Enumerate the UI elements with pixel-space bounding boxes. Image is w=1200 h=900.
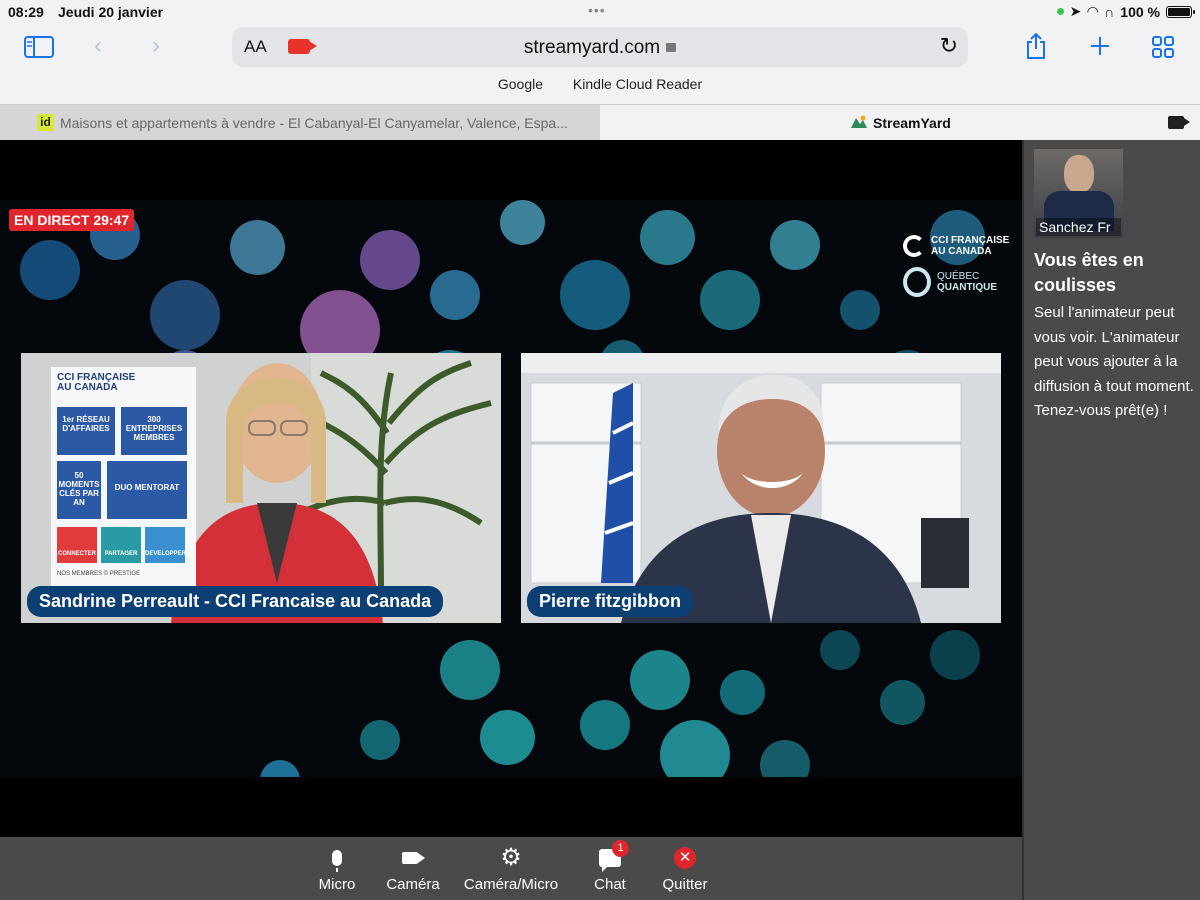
avatar: [1064, 155, 1094, 193]
battery-percent: 100 %: [1120, 3, 1160, 20]
cci-logo-icon: [903, 235, 925, 257]
bokeh-light: [360, 230, 420, 290]
bokeh-light: [660, 720, 730, 777]
tab-title: Maisons et appartements à vendre - El Ca…: [60, 115, 568, 131]
control-bar: Micro Caméra ⚙ Caméra/Micro 1 Chat ✕ Qui…: [0, 837, 1022, 900]
broadcast-stage: EN DIRECT 29:47 CCI FRANÇAISE AU CANADA Q…: [0, 140, 1022, 837]
forward-icon[interactable]: ›: [152, 32, 160, 60]
battery-icon: [1166, 5, 1195, 18]
quit-button[interactable]: ✕ Quitter: [656, 845, 714, 893]
participant-nameplate: Sandrine Perreault - CCI Francaise au Ca…: [27, 586, 444, 617]
status-date: Jeudi 20 janvier: [58, 4, 164, 20]
bokeh-light: [360, 720, 400, 760]
bokeh-light: [700, 270, 760, 330]
camera-icon: [402, 852, 425, 864]
chat-button[interactable]: 1 Chat: [588, 840, 632, 893]
live-badge: EN DIRECT 29:47: [9, 209, 135, 231]
bookmarks-bar: Google Kindle Cloud Reader: [0, 76, 1200, 98]
bokeh-light: [580, 700, 630, 750]
location-icon: ➤: [1069, 3, 1082, 19]
chat-badge: 1: [612, 840, 629, 857]
participant-video-2[interactable]: Pierre fitzgibbon: [521, 353, 1001, 623]
bokeh-light: [440, 640, 500, 700]
bokeh-light: [430, 270, 480, 320]
micro-button[interactable]: Micro: [310, 845, 364, 893]
tab-camera-icon: [1168, 116, 1190, 129]
bookmark-kindle[interactable]: Kindle Cloud Reader: [573, 76, 702, 92]
browser-toolbar: ‹ › AA streamyard.com ↻: [0, 24, 1200, 70]
bokeh-light: [20, 240, 80, 300]
backstage-title: Vous êtes en coulisses: [1034, 250, 1144, 295]
multitasking-dots-icon[interactable]: •••: [588, 2, 606, 18]
bokeh-light: [630, 650, 690, 710]
participant-video-1[interactable]: CCI FRANÇAISE AU CANADA 1er RÉSEAU D'AFFA…: [21, 353, 501, 623]
new-tab-icon[interactable]: [1090, 36, 1110, 56]
headphones-icon: ∩: [1104, 3, 1115, 20]
tab-bar: id Maisons et appartements à vendre - El…: [0, 104, 1200, 140]
camera-micro-settings-button[interactable]: ⚙ Caméra/Micro: [458, 844, 564, 894]
back-icon[interactable]: ‹: [94, 32, 102, 60]
bokeh-light: [820, 630, 860, 670]
url-text[interactable]: streamyard.com: [232, 37, 968, 59]
self-name-label: Sanchez Fr: [1036, 218, 1121, 236]
participant-nameplate: Pierre fitzgibbon: [527, 586, 694, 617]
status-time: 08:29: [8, 4, 44, 20]
close-icon: ✕: [674, 847, 696, 869]
bokeh-light: [720, 670, 765, 715]
share-icon[interactable]: [1025, 32, 1047, 60]
self-preview-thumbnail[interactable]: Sanchez Fr: [1034, 149, 1123, 238]
lock-icon: [666, 43, 677, 52]
bokeh-light: [930, 630, 980, 680]
camera-button[interactable]: Caméra: [382, 845, 444, 893]
status-bar: 08:29 Jeudi 20 janvier ••• ➤ ◠ ∩ 100 %: [0, 0, 1200, 24]
office-background-icon: [521, 353, 1001, 623]
bokeh-light: [150, 280, 220, 350]
idealista-favicon-icon: id: [37, 114, 54, 131]
gear-icon: ⚙: [500, 844, 522, 871]
sidebar-icon[interactable]: [24, 36, 54, 58]
status-right: ➤ ◠ ∩ 100 %: [1056, 3, 1195, 20]
address-bar[interactable]: AA streamyard.com ↻: [232, 27, 968, 67]
bokeh-light: [760, 740, 810, 777]
bokeh-light: [880, 680, 925, 725]
microphone-icon: [332, 850, 342, 872]
brand-logos: CCI FRANÇAISE AU CANADA QUÉBEC QUANTIQUE: [903, 235, 1009, 307]
bokeh-light: [260, 760, 300, 777]
tab-title: StreamYard: [873, 115, 951, 131]
backstage-message: Seul l'animateur peut vous voir. L'anima…: [1034, 304, 1194, 419]
bokeh-light: [770, 220, 820, 270]
wifi-icon: ◠: [1087, 3, 1099, 19]
bokeh-light: [840, 290, 880, 330]
bokeh-light: [500, 200, 545, 245]
bokeh-light: [230, 220, 285, 275]
bokeh-light: [560, 260, 630, 330]
bokeh-light: [640, 210, 695, 265]
quebec-quantique-logo-icon: [903, 267, 931, 297]
tab-streamyard[interactable]: StreamYard: [600, 105, 1200, 140]
bookmark-google[interactable]: Google: [498, 76, 543, 92]
bokeh-light: [480, 710, 535, 765]
reload-icon[interactable]: ↻: [940, 33, 958, 59]
streamyard-favicon-icon: [851, 115, 867, 128]
tab-overview-icon[interactable]: [1152, 36, 1174, 58]
camera-in-use-icon: [1056, 8, 1064, 15]
cci-rollup-banner: CCI FRANÇAISE AU CANADA 1er RÉSEAU D'AFFA…: [51, 367, 196, 587]
tab-idealista[interactable]: id Maisons et appartements à vendre - El…: [0, 105, 625, 140]
backstage-panel: Sanchez Fr Vous êtes en coulisses Seul l…: [1022, 140, 1200, 900]
